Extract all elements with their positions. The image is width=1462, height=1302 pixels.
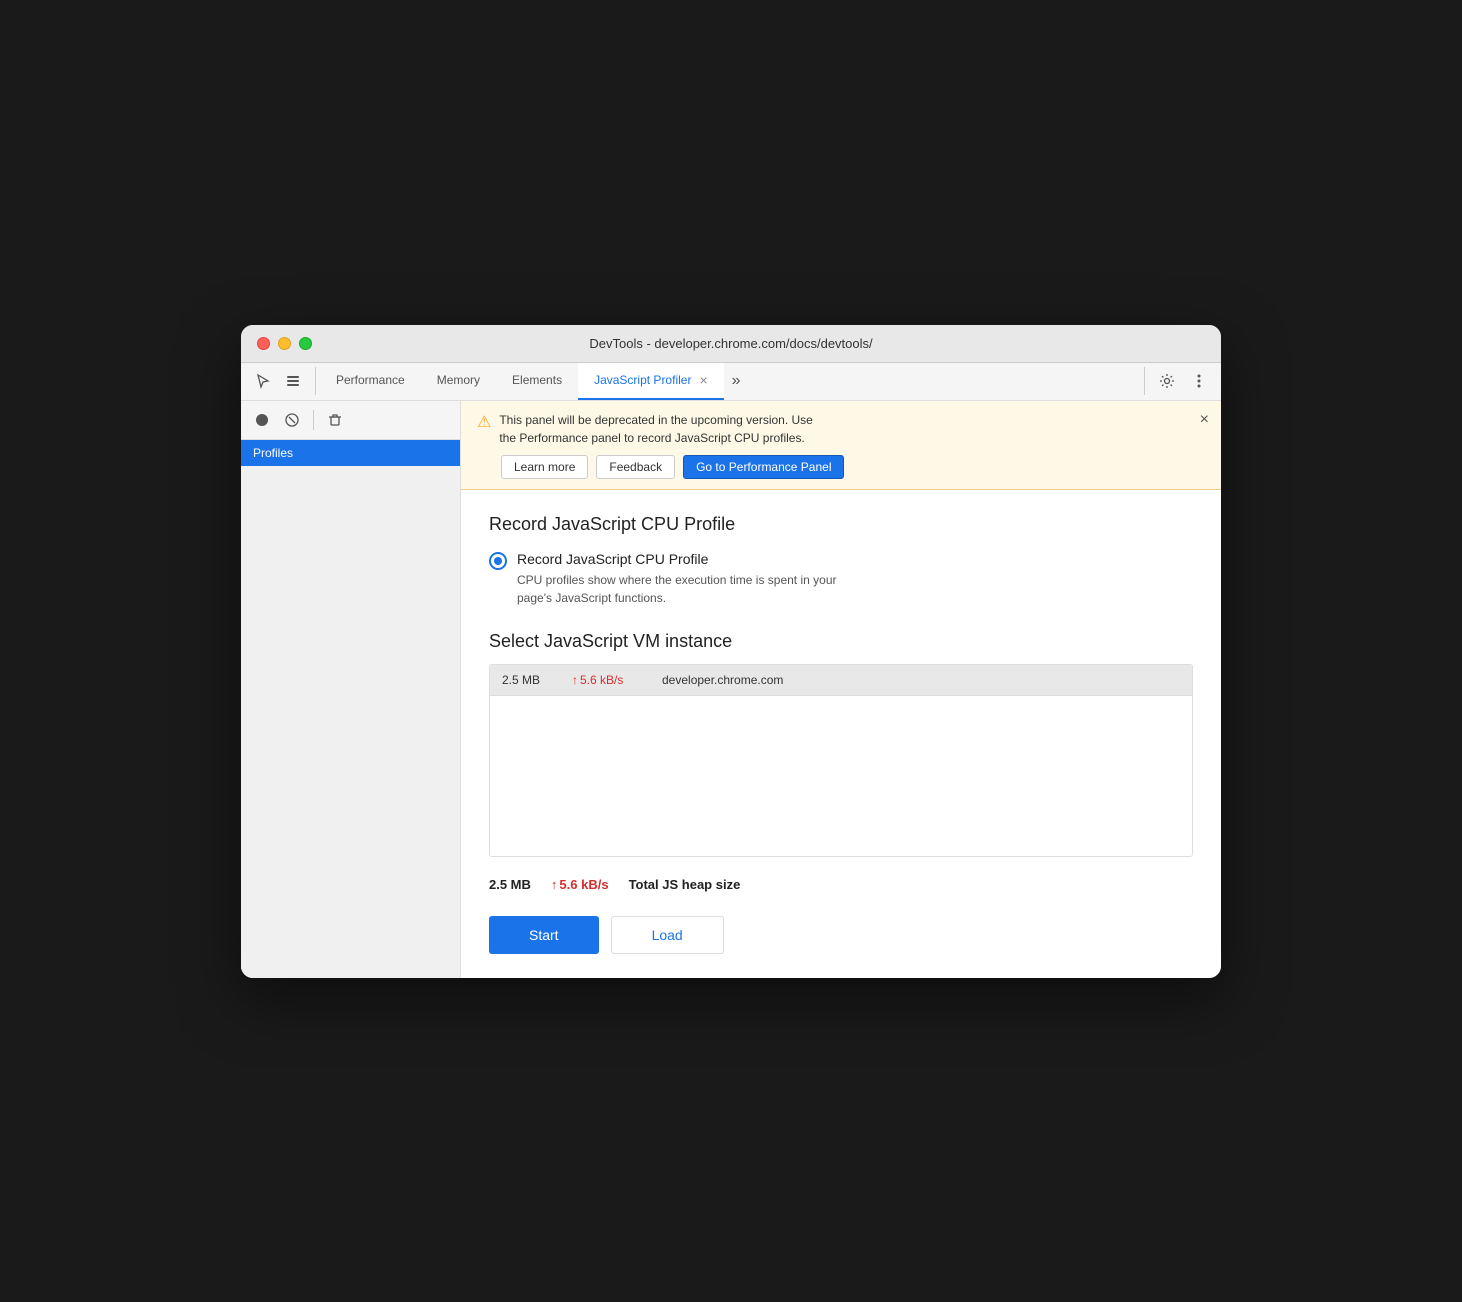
warning-content: ⚠ This panel will be deprecated in the u… xyxy=(477,411,1205,479)
vm-speed: ↑5.6 kB/s xyxy=(572,673,642,687)
content-body: Record JavaScript CPU Profile Record Jav… xyxy=(461,490,1221,978)
vm-instance-row[interactable]: 2.5 MB ↑5.6 kB/s developer.chrome.com xyxy=(490,665,1192,696)
warning-icon: ⚠ xyxy=(477,412,491,432)
load-button[interactable]: Load xyxy=(611,916,724,954)
warning-text-row: ⚠ This panel will be deprecated in the u… xyxy=(477,411,1205,447)
devtools-window: DevTools - developer.chrome.com/docs/dev… xyxy=(241,325,1221,978)
tab-close-icon[interactable]: × xyxy=(699,372,707,388)
layers-icon[interactable] xyxy=(279,367,307,395)
learn-more-button[interactable]: Learn more xyxy=(501,455,588,479)
window-title: DevTools - developer.chrome.com/docs/dev… xyxy=(589,336,872,351)
minimize-button[interactable] xyxy=(278,337,291,350)
tab-performance[interactable]: Performance xyxy=(320,363,421,400)
summary-up-arrow-icon: ↑ xyxy=(551,877,558,892)
summary-speed: ↑5.6 kB/s xyxy=(551,877,609,892)
more-options-icon[interactable] xyxy=(1185,367,1213,395)
sidebar-item-profiles[interactable]: Profiles xyxy=(241,440,460,466)
feedback-button[interactable]: Feedback xyxy=(596,455,675,479)
radio-desc: CPU profiles show where the execution ti… xyxy=(517,571,836,607)
trash-icon[interactable] xyxy=(322,407,348,433)
tab-elements[interactable]: Elements xyxy=(496,363,578,400)
tab-toolbar: Performance Memory Elements JavaScript P… xyxy=(241,363,1221,401)
radio-option[interactable]: Record JavaScript CPU Profile CPU profil… xyxy=(489,551,1193,607)
toolbar-icons xyxy=(249,367,316,395)
sidebar-toolbar xyxy=(241,401,460,440)
summary-row: 2.5 MB ↑5.6 kB/s Total JS heap size xyxy=(489,869,1193,900)
warning-close-button[interactable]: × xyxy=(1200,411,1209,429)
close-button[interactable] xyxy=(257,337,270,350)
warning-buttons: Learn more Feedback Go to Performance Pa… xyxy=(501,455,1205,479)
action-buttons: Start Load xyxy=(489,916,1193,954)
start-button[interactable]: Start xyxy=(489,916,599,954)
tab-list: Performance Memory Elements JavaScript P… xyxy=(320,363,1140,400)
vm-size: 2.5 MB xyxy=(502,673,552,687)
radio-circle[interactable] xyxy=(489,552,507,570)
stop-icon[interactable] xyxy=(279,407,305,433)
summary-size: 2.5 MB xyxy=(489,877,531,892)
traffic-lights xyxy=(257,337,312,350)
tab-javascript-profiler[interactable]: JavaScript Profiler × xyxy=(578,363,724,400)
radio-inner xyxy=(494,557,502,565)
section1-title: Record JavaScript CPU Profile xyxy=(489,514,1193,535)
content-area: ⚠ This panel will be deprecated in the u… xyxy=(461,401,1221,978)
radio-label: Record JavaScript CPU Profile xyxy=(517,551,836,567)
titlebar: DevTools - developer.chrome.com/docs/dev… xyxy=(241,325,1221,363)
more-tabs-button[interactable]: » xyxy=(724,363,749,400)
vm-url: developer.chrome.com xyxy=(662,673,783,687)
toolbar-right xyxy=(1144,367,1213,395)
section2-title: Select JavaScript VM instance xyxy=(489,631,1193,652)
sidebar: Profiles xyxy=(241,401,461,978)
main-content: Profiles ⚠ This panel will be deprecated… xyxy=(241,401,1221,978)
go-to-performance-panel-button[interactable]: Go to Performance Panel xyxy=(683,455,844,479)
warning-banner: ⚠ This panel will be deprecated in the u… xyxy=(461,401,1221,490)
vm-instance-table: 2.5 MB ↑5.6 kB/s developer.chrome.com xyxy=(489,664,1193,857)
sidebar-divider xyxy=(313,410,314,430)
up-arrow-icon: ↑ xyxy=(572,673,578,687)
warning-text: This panel will be deprecated in the upc… xyxy=(499,411,813,447)
maximize-button[interactable] xyxy=(299,337,312,350)
radio-text: Record JavaScript CPU Profile CPU profil… xyxy=(517,551,836,607)
gear-icon[interactable] xyxy=(1153,367,1181,395)
vm-empty-area xyxy=(490,696,1192,856)
tab-memory[interactable]: Memory xyxy=(421,363,496,400)
cursor-icon[interactable] xyxy=(249,367,277,395)
record-icon[interactable] xyxy=(249,407,275,433)
summary-label: Total JS heap size xyxy=(629,877,741,892)
